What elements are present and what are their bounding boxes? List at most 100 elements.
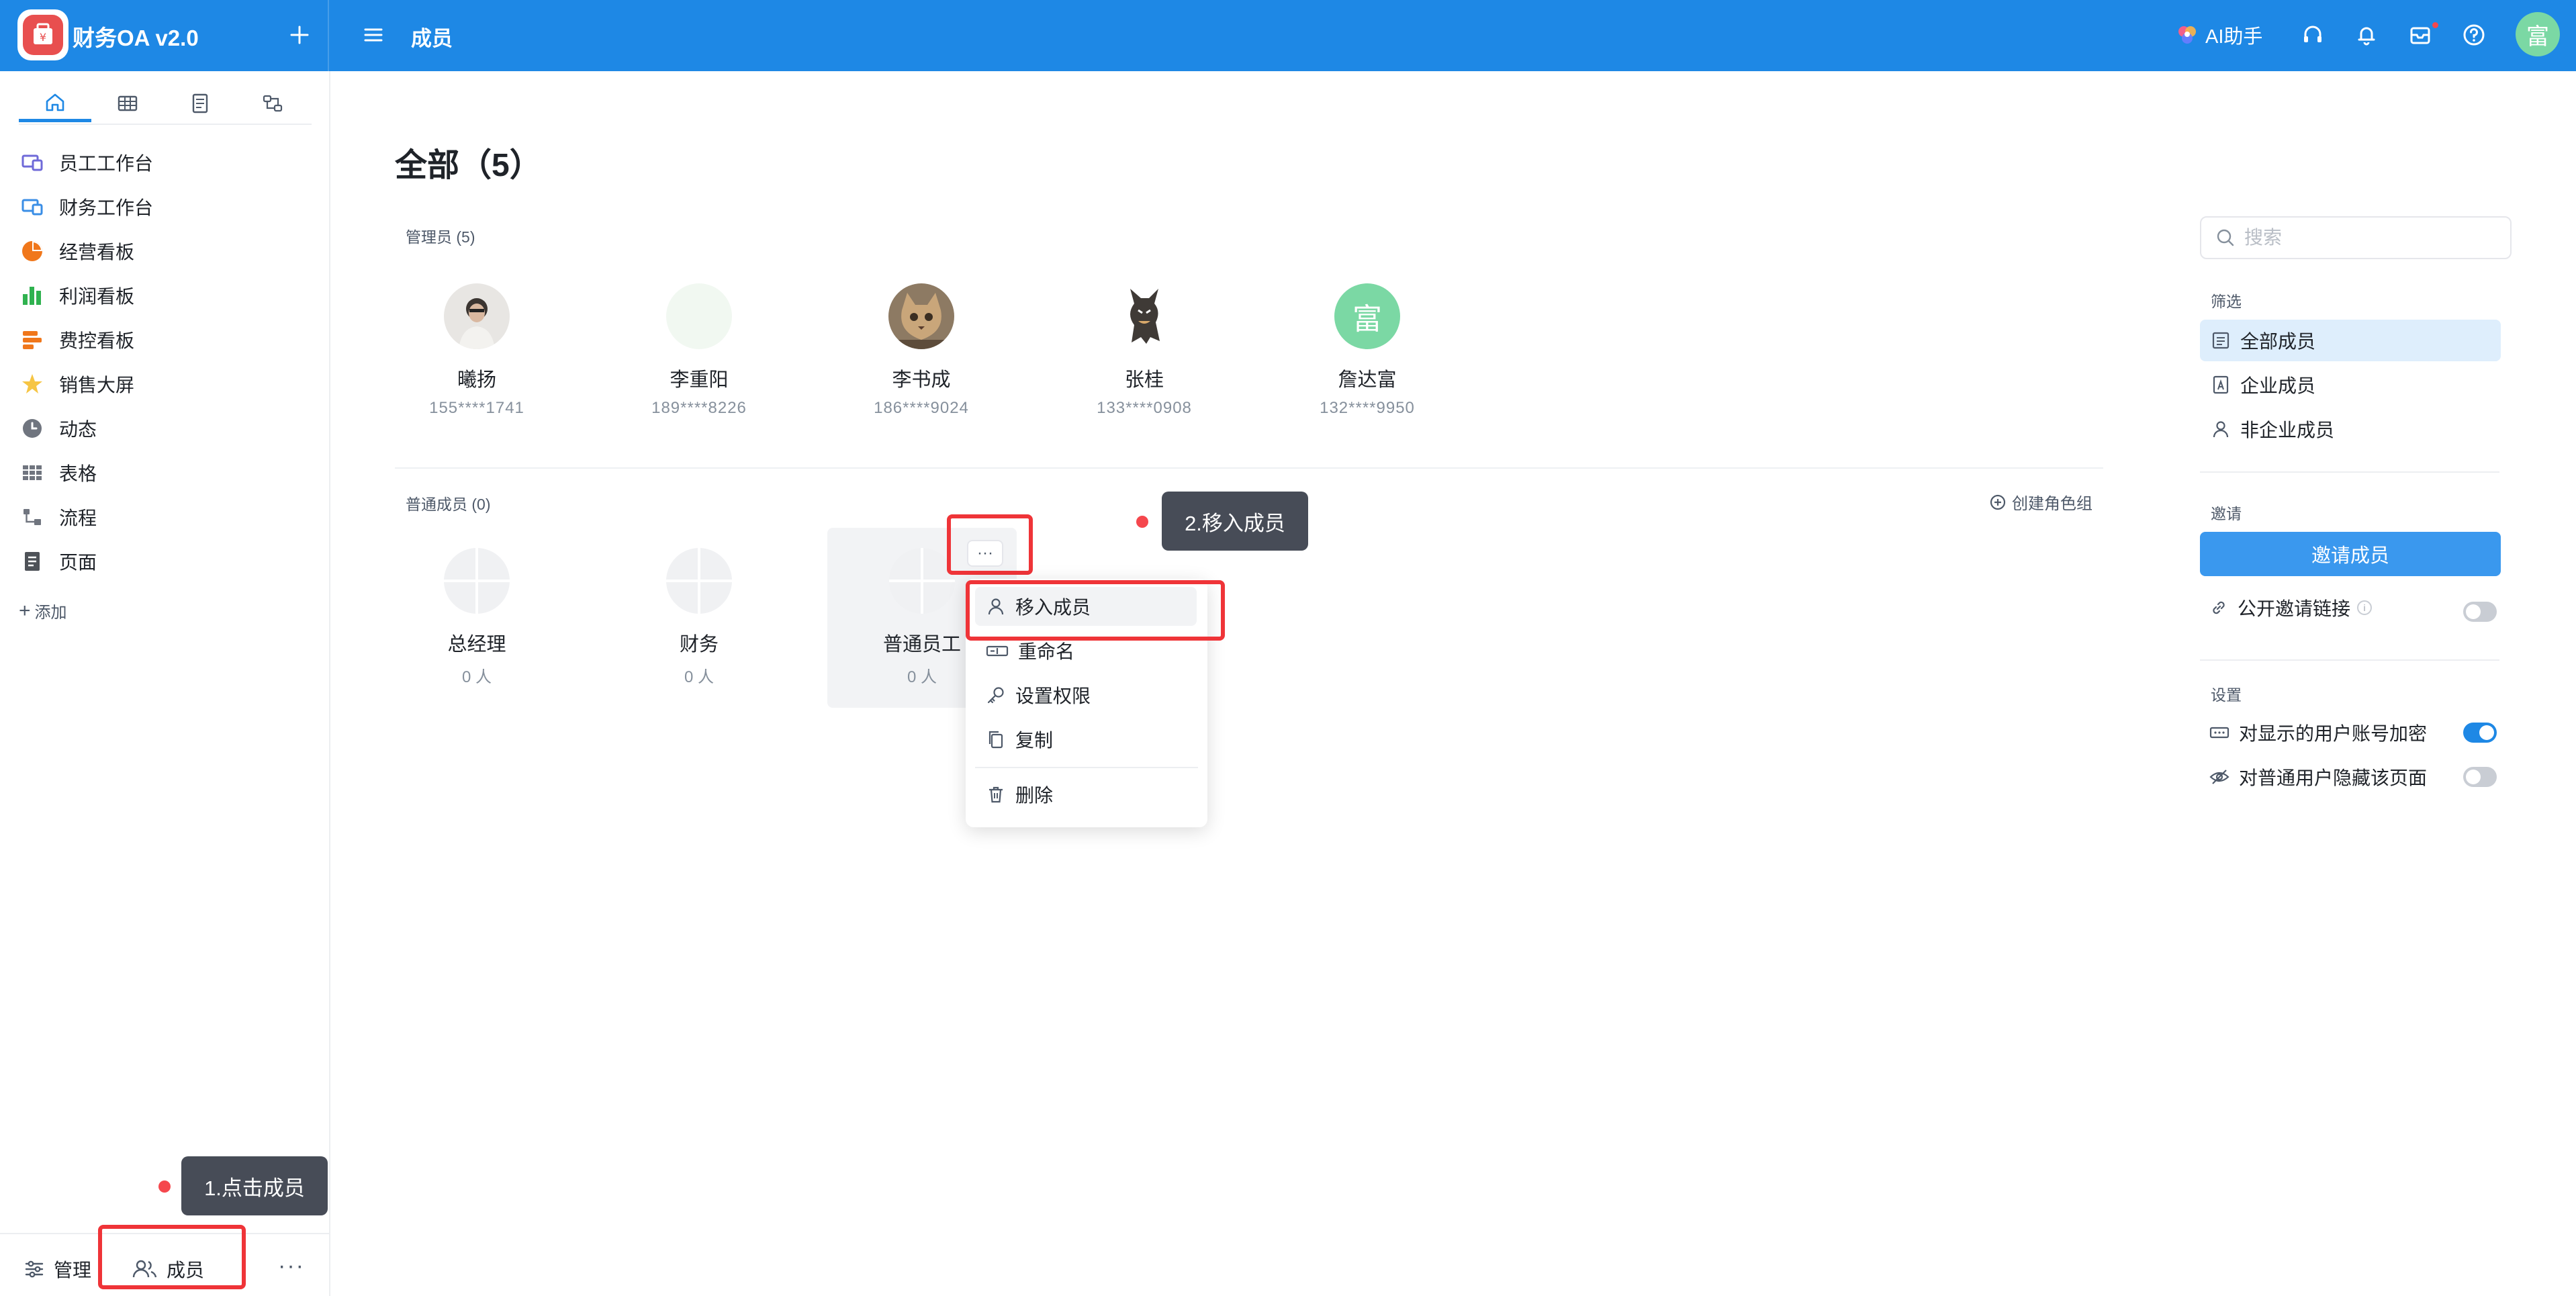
sidebar-item-activity[interactable]: 动态 bbox=[19, 408, 314, 449]
encrypt-account-toggle[interactable] bbox=[2463, 723, 2497, 743]
invite-member-button[interactable]: 邀请成员 bbox=[2200, 532, 2501, 576]
workbench-icon bbox=[19, 149, 46, 176]
hide-page-toggle[interactable] bbox=[2463, 767, 2497, 787]
clock-icon bbox=[19, 415, 46, 442]
menu-item-delete[interactable]: 删除 bbox=[975, 775, 1197, 814]
grid-icon bbox=[19, 459, 46, 486]
manage-button[interactable]: 管理 bbox=[23, 1250, 91, 1288]
app-logo[interactable]: ¥ bbox=[17, 9, 68, 60]
admin-member[interactable]: 李书成 186****9024 bbox=[834, 283, 1009, 418]
headset-icon bbox=[2304, 26, 2321, 42]
trash-icon bbox=[989, 786, 1003, 803]
create-role-label: 创建角色组 bbox=[2012, 495, 2092, 513]
avatar bbox=[444, 283, 510, 349]
page-icon bbox=[19, 548, 46, 575]
ai-assistant-button[interactable]: AI助手 bbox=[2176, 19, 2262, 51]
plus-icon: + bbox=[19, 599, 31, 622]
sidebar-item-flows[interactable]: 流程 bbox=[19, 497, 314, 537]
search-icon bbox=[2217, 229, 2234, 246]
create-role-group-button[interactable]: 创建角色组 bbox=[1989, 490, 2092, 514]
sidebar-item-tables[interactable]: 表格 bbox=[19, 453, 314, 493]
role-card[interactable]: 财务 0 人 bbox=[612, 528, 786, 702]
password-icon bbox=[2209, 727, 2229, 739]
menu-toggle-button[interactable] bbox=[360, 21, 387, 48]
menu-item-highlight bbox=[966, 580, 1225, 641]
sidebar-item-expense-board[interactable]: 费控看板 bbox=[19, 320, 314, 360]
sidebar-item-label: 利润看板 bbox=[59, 286, 135, 307]
notification-dot bbox=[2431, 21, 2440, 30]
public-link-label: 公开邀请链接 bbox=[2238, 598, 2351, 619]
admin-member[interactable]: 富 詹达富 132****9950 bbox=[1280, 283, 1455, 418]
invite-section-label: 邀请 bbox=[2211, 505, 2242, 522]
user-avatar[interactable]: 富 bbox=[2516, 12, 2560, 56]
filter-all-members[interactable]: 全部成员 bbox=[2200, 320, 2501, 361]
info-icon[interactable]: i bbox=[2357, 600, 2373, 615]
role-name: 总经理 bbox=[447, 634, 506, 655]
star-icon bbox=[19, 371, 46, 398]
sidebar-item-finance-workbench[interactable]: 财务工作台 bbox=[19, 187, 314, 227]
document-icon bbox=[192, 93, 208, 113]
app-title[interactable]: 财务OA v2.0 bbox=[73, 20, 199, 52]
manage-label: 管理 bbox=[54, 1260, 92, 1281]
role-avatar bbox=[889, 548, 955, 614]
copy-icon bbox=[988, 731, 1003, 749]
filter-enterprise-members[interactable]: 企业成员 bbox=[2200, 364, 2501, 406]
menu-item-label: 删除 bbox=[1015, 785, 1054, 806]
admin-member[interactable]: 李重阳 189****8226 bbox=[612, 283, 786, 418]
add-circle-icon bbox=[1990, 494, 2006, 510]
sidebar-item-label: 动态 bbox=[59, 419, 97, 440]
admin-member[interactable]: 张桂 133****0908 bbox=[1057, 283, 1232, 418]
sidebar-item-label: 经营看板 bbox=[59, 242, 135, 263]
sidebar-item-pages[interactable]: 页面 bbox=[19, 541, 314, 582]
workbench-icon bbox=[19, 193, 46, 220]
badge-icon bbox=[2213, 375, 2229, 394]
role-card[interactable]: 总经理 0 人 bbox=[389, 528, 564, 702]
notifications-button[interactable] bbox=[2353, 21, 2380, 48]
member-name: 李重阳 bbox=[670, 369, 729, 391]
add-item-button[interactable]: + 添加 bbox=[19, 599, 67, 622]
step1-tooltip: 1.点击成员 bbox=[181, 1156, 328, 1215]
member-name: 李书成 bbox=[892, 369, 951, 391]
menu-item-label: 重命名 bbox=[1018, 641, 1075, 662]
role-name: 财务 bbox=[679, 634, 719, 655]
step2-tooltip: 2.移入成员 bbox=[1162, 492, 1308, 551]
panel-divider bbox=[2200, 659, 2499, 661]
admin-member[interactable]: 曦扬 155****1741 bbox=[389, 283, 564, 418]
help-button[interactable] bbox=[2460, 21, 2487, 48]
page-title: 成员 bbox=[411, 27, 453, 50]
filter-section-label: 筛选 bbox=[2211, 293, 2242, 310]
search-input[interactable] bbox=[2244, 227, 2499, 248]
member-search[interactable] bbox=[2200, 216, 2512, 259]
menu-item-set-permissions[interactable]: 设置权限 bbox=[975, 676, 1197, 714]
public-link-toggle[interactable] bbox=[2463, 602, 2497, 622]
role-count: 0 人 bbox=[684, 668, 714, 686]
key-icon bbox=[987, 687, 1004, 704]
menu-item-copy[interactable]: 复制 bbox=[975, 720, 1197, 759]
add-app-button[interactable] bbox=[285, 20, 314, 50]
tab-flows[interactable] bbox=[236, 85, 309, 122]
sidebar-item-sales-screen[interactable]: 销售大屏 bbox=[19, 364, 314, 404]
tab-tables[interactable] bbox=[91, 85, 164, 122]
help-icon bbox=[2463, 24, 2485, 46]
toggle-knob bbox=[2466, 770, 2481, 784]
sidebar: 员工工作台 财务工作台 经营看板 利润看板 费控看板 销售大屏 动态 表格 流程… bbox=[0, 71, 330, 1296]
headset-button[interactable] bbox=[2299, 21, 2326, 48]
plus-icon bbox=[290, 26, 309, 44]
menu-item-label: 复制 bbox=[1015, 730, 1054, 751]
members-section-label: 普通成员 (0) bbox=[406, 496, 491, 513]
more-options-button[interactable]: ··· bbox=[278, 1253, 305, 1279]
sidebar-item-profit-board[interactable]: 利润看板 bbox=[19, 275, 314, 316]
sidebar-item-label: 流程 bbox=[59, 508, 97, 528]
bell-icon bbox=[2358, 27, 2375, 46]
tab-home[interactable] bbox=[19, 85, 91, 122]
role-count: 0 人 bbox=[461, 668, 492, 686]
sidebar-item-employee-workbench[interactable]: 员工工作台 bbox=[19, 142, 314, 183]
inbox-icon bbox=[2410, 27, 2430, 44]
tab-documents[interactable] bbox=[164, 85, 236, 122]
sidebar-item-label: 费控看板 bbox=[59, 330, 135, 351]
inbox-button[interactable] bbox=[2407, 21, 2434, 48]
settings-section-label: 设置 bbox=[2211, 686, 2242, 704]
filter-non-enterprise-members[interactable]: 非企业成员 bbox=[2200, 408, 2501, 450]
sidebar-item-business-board[interactable]: 经营看板 bbox=[19, 231, 314, 271]
admins-section-label: 管理员 (5) bbox=[406, 228, 475, 246]
